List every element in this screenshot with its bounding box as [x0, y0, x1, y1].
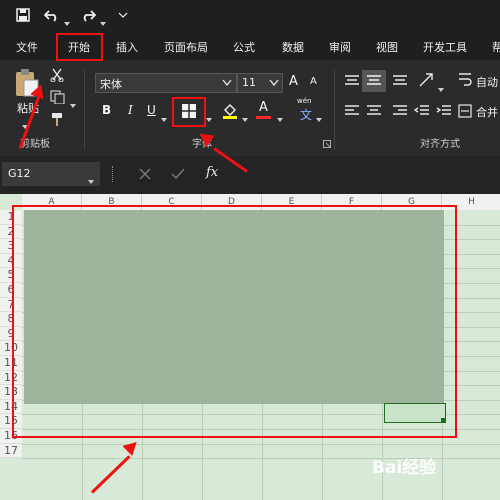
formula-bar: G12 fx [0, 156, 500, 194]
tab-review[interactable]: 审阅 [329, 39, 351, 55]
row-header-17[interactable]: 17 [0, 443, 22, 459]
decrease-font-size-button[interactable]: A [310, 76, 317, 87]
gridline-horizontal [22, 443, 500, 445]
copy-dropdown-icon[interactable] [70, 95, 76, 114]
font-name-select[interactable]: 宋体 [95, 73, 237, 93]
name-box[interactable]: G12 [2, 162, 100, 186]
font-color-button[interactable]: A [259, 100, 268, 115]
merge-center-label[interactable]: 合并 [476, 104, 498, 120]
underline-button[interactable]: U [147, 103, 156, 117]
font-color-dropdown-icon[interactable] [277, 109, 283, 128]
group-divider [334, 70, 335, 150]
tab-help[interactable]: 帮 [492, 39, 500, 55]
tab-insert[interactable]: 插入 [116, 39, 138, 55]
wrap-text-icon[interactable] [458, 72, 472, 88]
home-tab-highlight-box [56, 33, 103, 61]
middle-align-icon [367, 75, 381, 85]
redo-dropdown-icon[interactable] [100, 13, 106, 32]
borders-button-highlight-box [172, 97, 206, 127]
bottom-align-icon[interactable] [392, 74, 408, 88]
redo-icon[interactable] [80, 8, 96, 22]
fill-color-icon[interactable] [222, 102, 238, 120]
formula-input[interactable] [232, 162, 500, 186]
fill-color-dropdown-icon[interactable] [242, 109, 248, 128]
italic-button[interactable]: I [128, 103, 133, 117]
confirm-entry-icon[interactable] [171, 167, 185, 181]
align-left-icon[interactable] [344, 104, 360, 118]
tab-file[interactable]: 文件 [16, 39, 38, 55]
insert-function-button[interactable]: fx [206, 165, 218, 180]
undo-icon[interactable] [44, 8, 60, 22]
borders-dropdown-icon[interactable] [206, 109, 212, 128]
font-size-select[interactable]: 11 [237, 73, 283, 93]
orientation-icon[interactable] [418, 72, 436, 90]
tab-developer[interactable]: 开发工具 [423, 39, 467, 55]
bold-button[interactable]: B [102, 103, 111, 117]
decrease-indent-icon[interactable] [414, 104, 430, 118]
increase-font-size-button[interactable]: A [289, 74, 298, 89]
format-painter-icon[interactable] [50, 112, 66, 128]
merge-center-icon[interactable] [458, 103, 472, 119]
cancel-entry-icon[interactable] [138, 167, 152, 181]
save-icon[interactable] [16, 8, 30, 22]
formula-bar-grip[interactable] [112, 166, 115, 182]
copy-icon[interactable] [50, 90, 68, 104]
increase-indent-icon[interactable] [436, 104, 452, 118]
font-name-value: 宋体 [100, 78, 122, 91]
font-size-value: 11 [242, 76, 256, 89]
chevron-down-icon [269, 79, 279, 87]
alignment-group-label: 对齐方式 [420, 139, 460, 150]
chevron-down-icon [222, 79, 232, 87]
phonetic-guide-button[interactable]: 文 [300, 106, 312, 123]
baidu-watermark: Bai经验 [372, 458, 437, 478]
group-divider [84, 70, 85, 150]
phonetic-guide-top[interactable]: wén [297, 97, 311, 105]
title-bar [0, 0, 500, 32]
align-right-icon[interactable] [392, 104, 408, 118]
name-box-value: G12 [8, 167, 31, 180]
name-box-dropdown-icon [88, 171, 94, 190]
cut-icon[interactable] [50, 68, 64, 82]
tab-formulas[interactable]: 公式 [233, 39, 255, 55]
tab-data[interactable]: 数据 [282, 39, 304, 55]
customize-toolbar-icon[interactable] [118, 11, 128, 19]
wrap-text-label[interactable]: 自动 [476, 74, 498, 90]
font-dialog-launcher-icon[interactable] [323, 140, 331, 148]
ribbon: 粘贴 剪贴板 宋体 11 A A B I U A wén 文 字体 自动 合并 … [0, 60, 500, 156]
tab-view[interactable]: 视图 [376, 39, 398, 55]
align-center-icon[interactable] [366, 104, 382, 118]
underline-dropdown-icon[interactable] [161, 109, 167, 128]
selection-highlight-box [12, 205, 457, 438]
font-color-swatch [256, 116, 271, 119]
tab-page-layout[interactable]: 页面布局 [164, 39, 208, 55]
undo-dropdown-icon[interactable] [64, 13, 70, 32]
top-align-icon[interactable] [344, 74, 360, 88]
middle-align-button[interactable] [362, 70, 386, 92]
phonetic-dropdown-icon[interactable] [316, 109, 322, 128]
orientation-dropdown-icon[interactable] [438, 79, 444, 98]
